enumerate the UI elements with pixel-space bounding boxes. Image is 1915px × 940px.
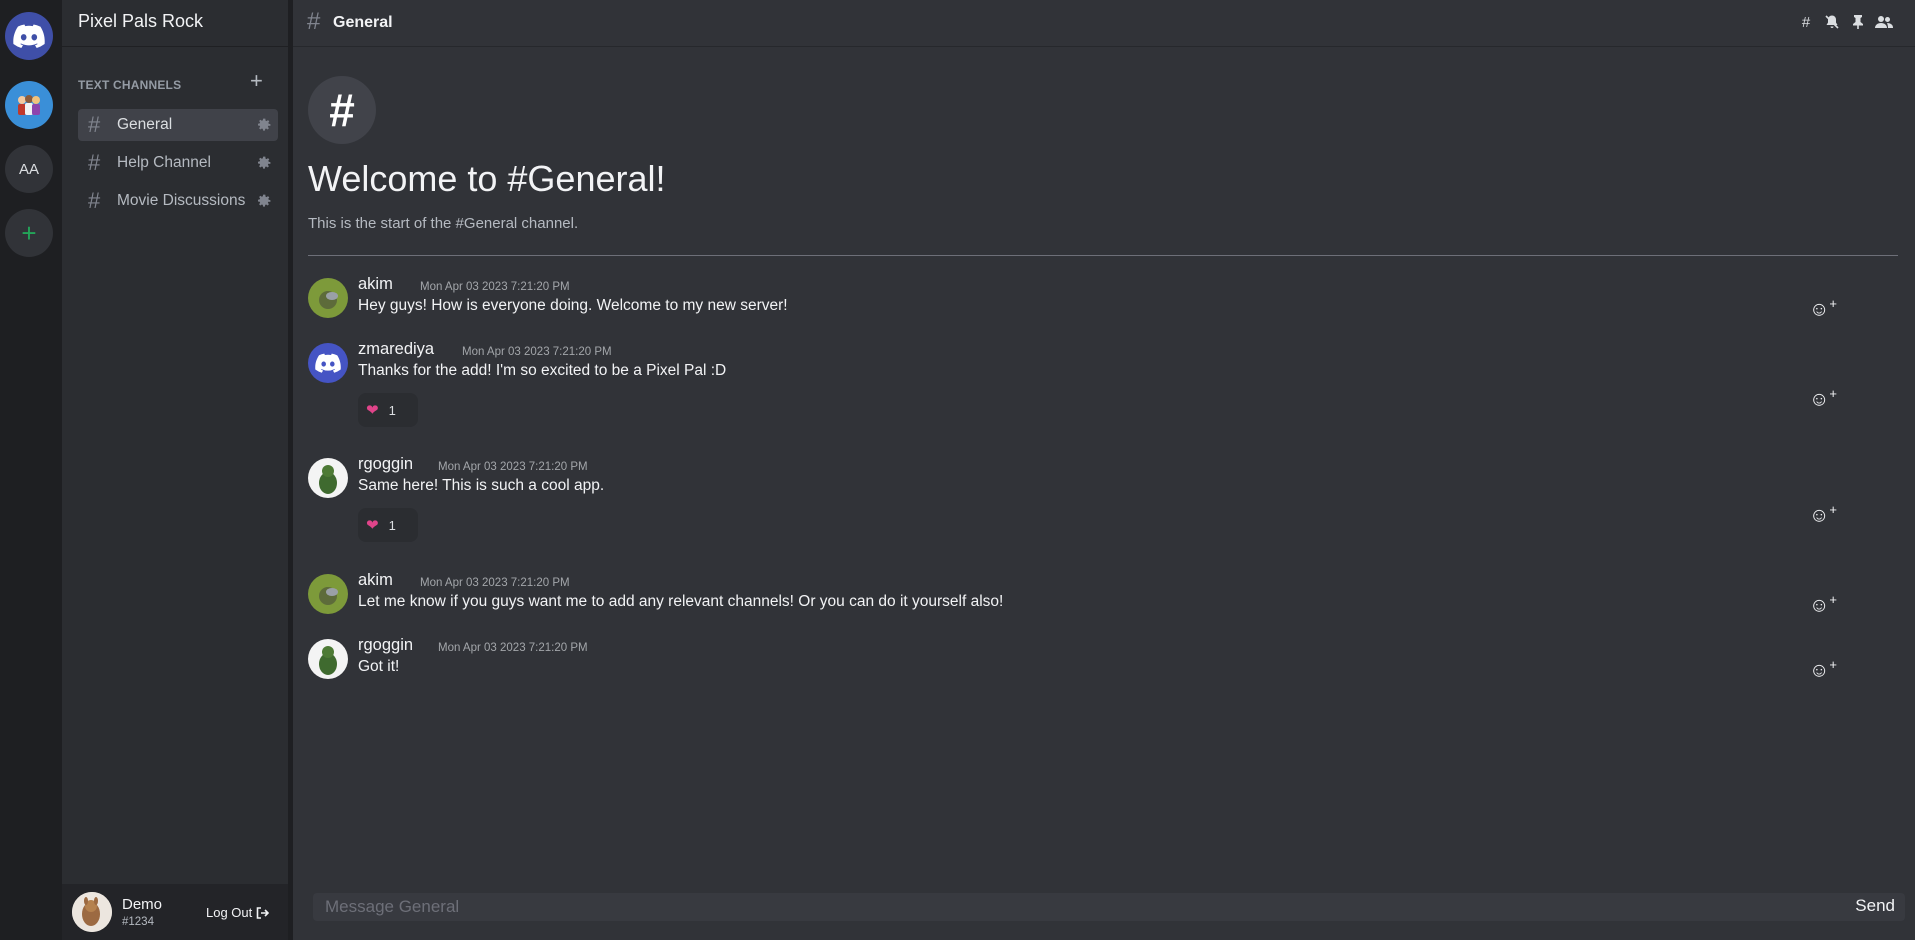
add-reaction-icon[interactable]: ☺+	[1809, 657, 1837, 683]
message-timestamp: Mon Apr 03 2023 7:21:20 PM	[438, 461, 588, 473]
category-label: TEXT CHANNELS	[78, 78, 182, 92]
message-author[interactable]: rgoggin	[358, 636, 413, 655]
mute-bell-icon[interactable]	[1823, 12, 1841, 32]
group-avatar-icon	[18, 95, 40, 115]
message-input[interactable]	[325, 893, 1725, 921]
channel-label: Movie Discussions	[117, 192, 246, 209]
message-timestamp: Mon Apr 03 2023 7:21:20 PM	[420, 577, 570, 589]
add-reaction-icon[interactable]: ☺+	[1809, 502, 1837, 528]
send-button[interactable]: Send	[1855, 896, 1895, 916]
threads-icon[interactable]: #	[1797, 12, 1815, 32]
user-panel: Demo #1234 Log Out	[62, 884, 288, 940]
heart-arrow-icon: ❤	[366, 402, 379, 419]
pin-icon[interactable]	[1849, 12, 1867, 32]
reaction-count: 1	[388, 402, 396, 418]
message-author[interactable]: rgoggin	[358, 455, 413, 474]
discord-logo-icon	[13, 24, 45, 48]
add-reaction-icon[interactable]: ☺+	[1809, 592, 1837, 618]
message-timestamp: Mon Apr 03 2023 7:21:20 PM	[420, 281, 570, 293]
message-composer: Send	[313, 893, 1905, 921]
message-text: Hey guys! How is everyone doing. Welcome…	[358, 297, 788, 314]
home-button[interactable]	[5, 12, 53, 60]
message-timestamp: Mon Apr 03 2023 7:21:20 PM	[438, 642, 588, 654]
avatar[interactable]	[308, 343, 348, 383]
hash-icon: #	[307, 8, 321, 35]
logout-label: Log Out	[206, 905, 253, 920]
channel-header: # General #	[293, 0, 1915, 47]
channel-movie-discussions[interactable]: # Movie Discussions	[78, 185, 278, 217]
channel-general[interactable]: # General	[78, 109, 278, 141]
add-server-button[interactable]: +	[5, 209, 53, 257]
message-timestamp: Mon Apr 03 2023 7:21:20 PM	[462, 346, 612, 358]
heart-arrow-icon: ❤	[366, 517, 379, 534]
message-author[interactable]: akim	[358, 275, 393, 294]
user-avatar-image	[72, 892, 112, 932]
logout-icon	[256, 906, 270, 919]
message-text: Got it!	[358, 658, 400, 675]
avatar[interactable]	[308, 639, 348, 679]
reaction-button[interactable]: ❤ 1	[358, 508, 418, 542]
message-text: Let me know if you guys want me to add a…	[358, 593, 1004, 610]
channel-help-channel[interactable]: # Help Channel	[78, 147, 278, 179]
hash-icon: #	[88, 112, 101, 137]
gear-icon[interactable]	[256, 193, 272, 209]
avatar[interactable]	[308, 458, 348, 498]
page-title: General	[333, 14, 393, 31]
add-reaction-icon[interactable]: ☺+	[1809, 386, 1837, 412]
plus-icon: +	[21, 217, 37, 248]
channel-hash-badge: #	[308, 76, 376, 144]
user-tag: #1234	[122, 916, 154, 928]
logout-button[interactable]: Log Out	[206, 905, 270, 920]
welcome-title: Welcome to #General!	[308, 158, 666, 199]
server-aa[interactable]: AA	[5, 145, 53, 193]
channel-sidebar: Pixel Pals Rock TEXT CHANNELS + # Genera…	[62, 0, 288, 940]
reaction-count: 1	[388, 517, 396, 533]
hash-icon: #	[88, 150, 101, 175]
members-icon[interactable]	[1875, 12, 1893, 32]
server-rail: AA +	[0, 0, 62, 940]
add-channel-icon[interactable]: +	[250, 70, 263, 92]
channel-label: Help Channel	[117, 154, 211, 171]
divider	[62, 46, 288, 47]
reaction-button[interactable]: ❤ 1	[358, 393, 418, 427]
server-pixel-pals[interactable]	[5, 81, 53, 129]
message-text: Thanks for the add! I'm so excited to be…	[358, 362, 727, 379]
avatar[interactable]	[308, 574, 348, 614]
hash-icon: #	[88, 188, 101, 213]
chat-area: # General # # Welcome to #General! This …	[293, 0, 1915, 940]
add-reaction-icon[interactable]: ☺+	[1809, 296, 1837, 322]
message-text: Same here! This is such a cool app.	[358, 477, 605, 494]
avatar[interactable]	[72, 892, 112, 932]
message-author[interactable]: zmarediya	[358, 340, 434, 359]
header-toolbar: #	[1797, 12, 1893, 32]
gear-icon[interactable]	[256, 155, 272, 171]
server-name[interactable]: Pixel Pals Rock	[78, 11, 203, 32]
avatar[interactable]	[308, 278, 348, 318]
user-name: Demo	[122, 896, 163, 913]
welcome-subtitle: This is the start of the #General channe…	[308, 215, 579, 232]
gear-icon[interactable]	[256, 117, 272, 133]
channel-label: General	[117, 116, 173, 133]
divider	[308, 255, 1898, 256]
message-author[interactable]: akim	[358, 571, 393, 590]
